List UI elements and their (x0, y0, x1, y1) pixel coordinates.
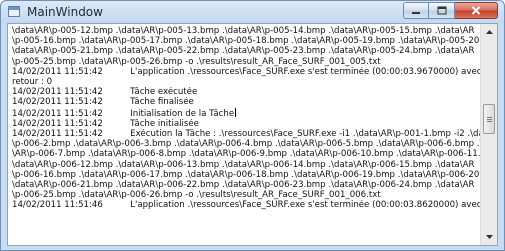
log-line: 14/02/2011 11:51:42 L'application .\ress… (12, 66, 480, 77)
log-textbox[interactable]: \data\AR\p-005-12.bmp .\data\AR\p-005-13… (8, 24, 480, 245)
close-icon (471, 6, 481, 15)
maximize-button[interactable] (429, 2, 455, 19)
log-line: \p-006-16.bmp .\data\AR\p-006-17.bmp .\d… (12, 169, 480, 180)
log-line: \data\AR\p-006-12.bmp .\data\AR\p-006-13… (12, 159, 475, 170)
window-title: MainWindow (27, 5, 103, 19)
log-line: \p-005-16.bmp .\data\AR\p-005-17.bmp .\d… (12, 36, 480, 47)
vertical-scrollbar[interactable] (480, 24, 497, 245)
log-line: \p-006-2.bmp .\data\AR\p-006-3.bmp .\dat… (12, 139, 480, 150)
scroll-down-button[interactable] (481, 229, 497, 245)
log-line: 14/02/2011 11:51:42 Tâche initialisée (12, 118, 199, 129)
text-caret (235, 107, 237, 117)
scrollbar-thumb[interactable] (483, 103, 495, 134)
minimize-icon (412, 11, 420, 14)
maximize-icon (437, 6, 446, 15)
minimize-button[interactable] (403, 2, 429, 19)
log-line: \p-005-25.bmp .\data\AR\p-005-26.bmp -o … (12, 56, 381, 67)
title-bar[interactable]: MainWindow (1, 1, 504, 23)
log-line: \p-006-25.bmp .\data\AR\p-006-26.bmp -o … (12, 190, 381, 201)
caption-buttons (403, 2, 498, 19)
scroll-up-button[interactable] (481, 24, 497, 40)
main-window: MainWindow \data\AR\p-005-12.bmp .\data\… (0, 0, 505, 251)
log-line: 14/02/2011 11:51:42 Initialisation de la… (12, 107, 237, 119)
scroll-down-arrow-icon (485, 235, 493, 239)
app-window-icon[interactable] (8, 6, 20, 17)
log-line: 14/02/2011 11:51:42 Tâche exécutée (12, 87, 198, 98)
log-line: 14/02/2011 11:51:46 L'application .\ress… (12, 200, 480, 211)
scroll-up-arrow-icon (485, 30, 493, 34)
log-line: \data\AR\p-005-21.bmp .\data\AR\p-005-22… (12, 46, 475, 57)
log-line: \AR\p-006-7.bmp .\data\AR\p-006-8.bmp .\… (12, 149, 480, 160)
thumb-grip (487, 120, 492, 122)
thumb-grip (487, 116, 492, 118)
close-button[interactable] (455, 2, 498, 19)
log-line: retour : 0 (12, 77, 53, 88)
log-panel: \data\AR\p-005-12.bmp .\data\AR\p-005-13… (7, 23, 498, 246)
log-line: \data\AR\p-006-21.bmp .\data\AR\p-006-22… (12, 180, 475, 191)
thumb-grip (487, 118, 492, 120)
log-line: 14/02/2011 11:51:42 Tâche finalisée (12, 97, 194, 108)
log-line: \data\AR\p-005-12.bmp .\data\AR\p-005-13… (12, 26, 475, 36)
log-line: 14/02/2011 11:51:42 Exécution la Tâche :… (12, 129, 480, 140)
